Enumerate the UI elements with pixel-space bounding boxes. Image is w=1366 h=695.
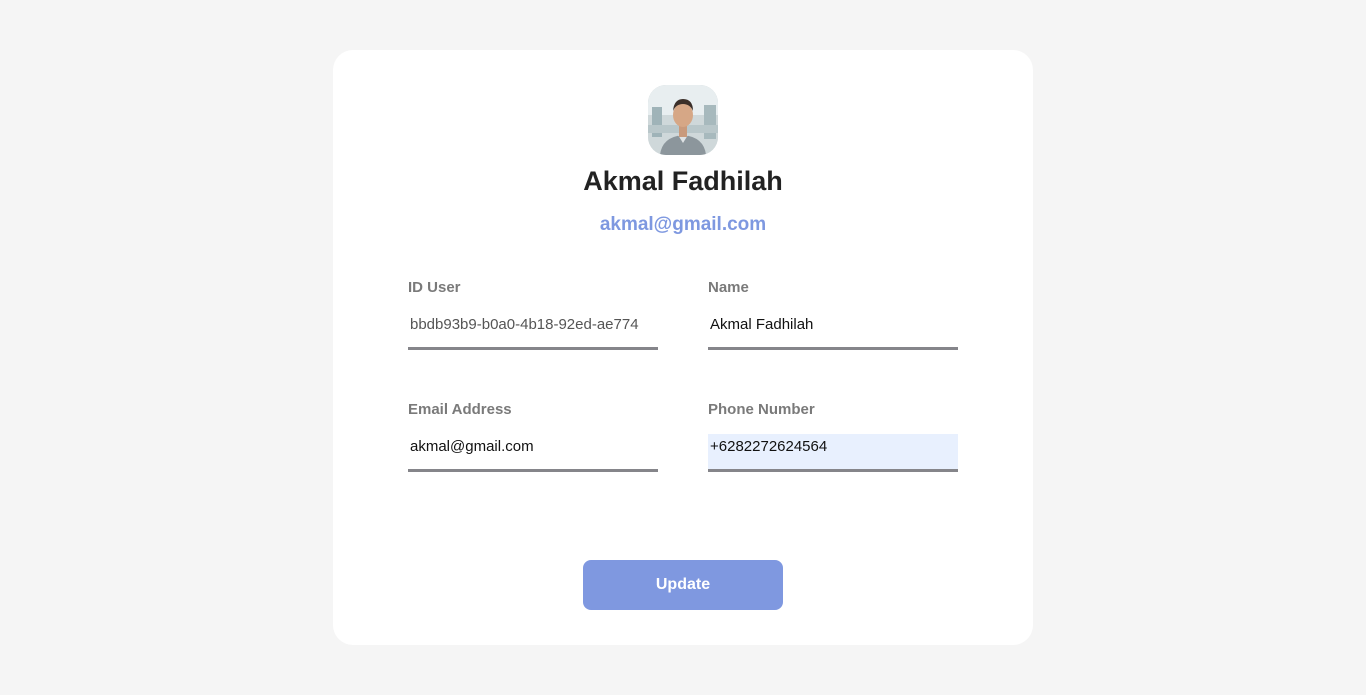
- profile-name: Akmal Fadhilah: [583, 166, 783, 196]
- avatar: [648, 85, 718, 155]
- email-field-group: Email Address: [408, 400, 658, 472]
- phone-field-group: Phone Number: [708, 400, 958, 472]
- profile-email: akmal@gmail.com: [599, 214, 767, 235]
- phone-input[interactable]: [708, 434, 958, 472]
- id-user-field-group: ID User: [408, 278, 658, 350]
- email-input[interactable]: [408, 434, 658, 472]
- profile-card: Akmal Fadhilah akmal@gmail.com ID User N…: [333, 50, 1033, 645]
- name-input[interactable]: [708, 312, 958, 350]
- avatar-photo: [648, 85, 718, 155]
- update-button[interactable]: Update: [583, 560, 783, 610]
- name-label: Name: [708, 279, 749, 296]
- id-user-label: ID User: [408, 279, 461, 296]
- phone-label: Phone Number: [708, 401, 815, 418]
- email-label: Email Address: [408, 401, 512, 418]
- id-user-input[interactable]: [408, 312, 658, 350]
- name-field-group: Name: [708, 278, 958, 350]
